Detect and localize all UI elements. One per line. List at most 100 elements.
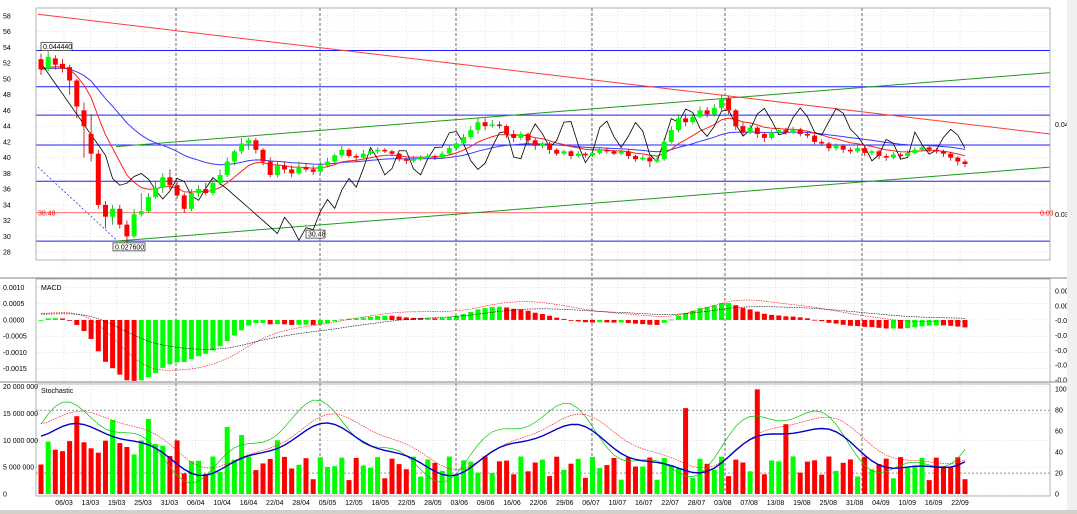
- candle-body: [704, 110, 710, 115]
- candle-body: [188, 193, 194, 209]
- volume-bar: [382, 478, 388, 494]
- candle-body: [482, 122, 488, 127]
- macd-histogram-bar: [432, 318, 438, 320]
- candle-body: [217, 175, 223, 183]
- candle-body: [425, 156, 431, 158]
- price-y-tick: 54: [3, 45, 11, 52]
- candle-body: [640, 157, 646, 160]
- macd-histogram-bar: [504, 307, 510, 320]
- date-tick-label: 19/03: [108, 500, 126, 507]
- candle-body: [582, 153, 588, 156]
- volume-bar: [847, 459, 853, 494]
- macd-histogram-bar: [360, 317, 366, 320]
- macd-histogram-bar: [575, 320, 581, 322]
- macd-histogram-bar: [296, 320, 302, 325]
- macd-histogram-bar: [532, 312, 538, 320]
- stochastic-right-tick: 60: [1055, 429, 1063, 436]
- macd-histogram-bar: [267, 320, 273, 325]
- candle-body: [568, 151, 574, 156]
- candle-body: [804, 134, 810, 136]
- candle-body: [719, 98, 724, 109]
- volume-bar: [754, 389, 760, 494]
- volume-bar: [862, 456, 868, 494]
- candle-body: [45, 56, 51, 69]
- candle-body: [941, 151, 946, 154]
- date-tick-label: 28/05: [424, 500, 442, 507]
- candle-body: [332, 155, 338, 162]
- volume-bar: [482, 456, 488, 494]
- date-tick-label: 22/09: [951, 500, 969, 507]
- stochastic-right-tick: 100: [1055, 387, 1067, 394]
- candle-body: [60, 63, 65, 69]
- volume-bar: [905, 467, 911, 494]
- volume-bar: [869, 469, 875, 494]
- volume-bar: [547, 476, 553, 494]
- candle-body: [110, 208, 116, 217]
- volume-bar: [117, 443, 123, 494]
- high-value-label: 0.044440: [43, 44, 72, 51]
- macd-histogram-bar: [726, 303, 732, 320]
- volume-bar: [926, 480, 932, 494]
- candle-body: [38, 59, 44, 70]
- volume-bar: [740, 462, 746, 494]
- volume-bar: [797, 472, 803, 494]
- candle-body: [138, 211, 144, 215]
- candle-body: [740, 126, 746, 133]
- stochastic-right-tick: 0: [1055, 492, 1059, 499]
- candle-body: [468, 130, 474, 138]
- volume-bar: [88, 448, 94, 494]
- price-y-tick: 36: [3, 187, 11, 194]
- volume-bar: [704, 463, 710, 494]
- volume-bar: [733, 459, 739, 494]
- macd-histogram-bar: [239, 320, 245, 331]
- volume-bar: [260, 463, 266, 494]
- low-value-label: 0.027600: [115, 244, 144, 251]
- macd-histogram-bar: [174, 320, 180, 363]
- volume-bar: [833, 470, 839, 494]
- candle-body: [504, 126, 510, 134]
- candle-body: [711, 108, 717, 115]
- candle-body: [131, 214, 137, 237]
- macd-histogram-bar: [274, 320, 280, 325]
- candle-body: [511, 134, 517, 138]
- date-tick-label: 28/07: [688, 500, 706, 507]
- macd-histogram-bar: [554, 317, 560, 320]
- right-value-label: 0.03: [1040, 210, 1054, 217]
- price-y-tick: 38: [3, 171, 11, 178]
- macd-histogram-bar: [604, 320, 610, 323]
- volume-bar: [826, 456, 832, 494]
- candle-body: [317, 165, 323, 172]
- volume-bar: [360, 465, 366, 494]
- volume-bar: [81, 442, 87, 494]
- volume-bar: [167, 456, 173, 494]
- stochastic-right-tick: 40: [1055, 450, 1063, 457]
- date-tick-label: 29/06: [556, 500, 574, 507]
- candle-body: [683, 118, 689, 123]
- macd-histogram-bar: [776, 315, 782, 320]
- candle-body: [604, 149, 610, 152]
- volume-bar: [174, 440, 180, 494]
- date-tick-label: 16/09: [925, 500, 943, 507]
- macd-histogram-bar: [382, 315, 388, 320]
- volume-bar: [532, 462, 538, 494]
- volume-bar: [346, 480, 352, 494]
- macd-histogram-bar: [597, 320, 603, 323]
- overlay-low-label: 30.48: [308, 232, 326, 239]
- volume-bar: [403, 469, 409, 494]
- candle-body: [67, 67, 73, 81]
- candle-body: [289, 169, 295, 174]
- candle-body: [898, 154, 903, 157]
- date-tick-label: 31/03: [161, 500, 179, 507]
- macd-histogram-bar: [833, 320, 839, 324]
- volume-bar: [95, 452, 101, 494]
- volume-bar: [597, 468, 603, 494]
- macd-histogram-bar: [898, 320, 903, 329]
- macd-histogram-bar: [368, 316, 373, 320]
- candle-body: [389, 151, 395, 154]
- volume-bar: [819, 474, 825, 494]
- candle-body: [253, 140, 259, 150]
- price-y-tick: 30: [3, 234, 11, 241]
- volume-bar: [812, 460, 818, 494]
- candle-body: [790, 129, 796, 133]
- candle-body: [618, 151, 624, 154]
